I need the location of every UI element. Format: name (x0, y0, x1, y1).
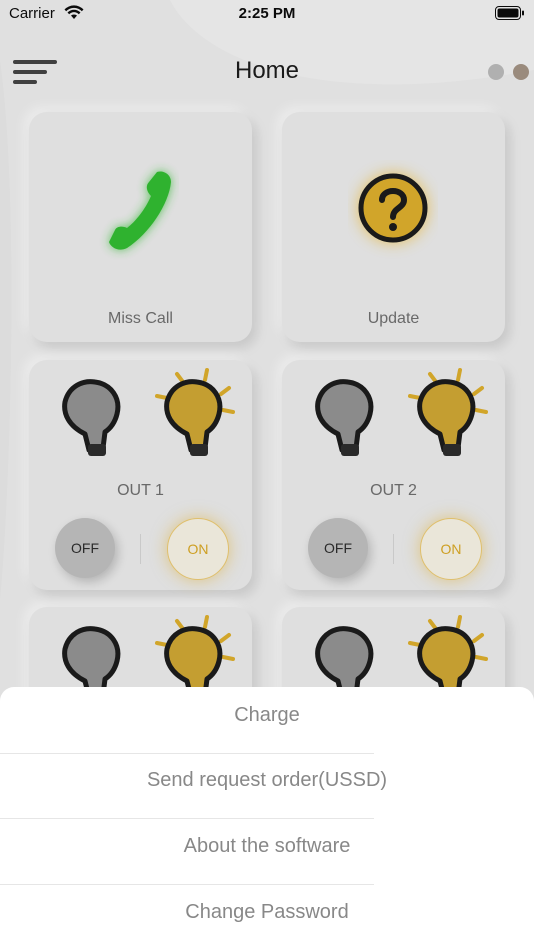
send-request-order-option[interactable]: Send request order(USSD) (0, 748, 534, 813)
home-screen: Carrier 2:25 PM Home Miss Call Update OU… (0, 0, 534, 950)
about-software-option[interactable]: About the software (0, 814, 534, 879)
change-password-option[interactable]: Change Password (0, 880, 534, 945)
action-sheet: Charge Send request order(USSD) About th… (0, 687, 534, 950)
charge-option[interactable]: Charge (0, 683, 534, 748)
